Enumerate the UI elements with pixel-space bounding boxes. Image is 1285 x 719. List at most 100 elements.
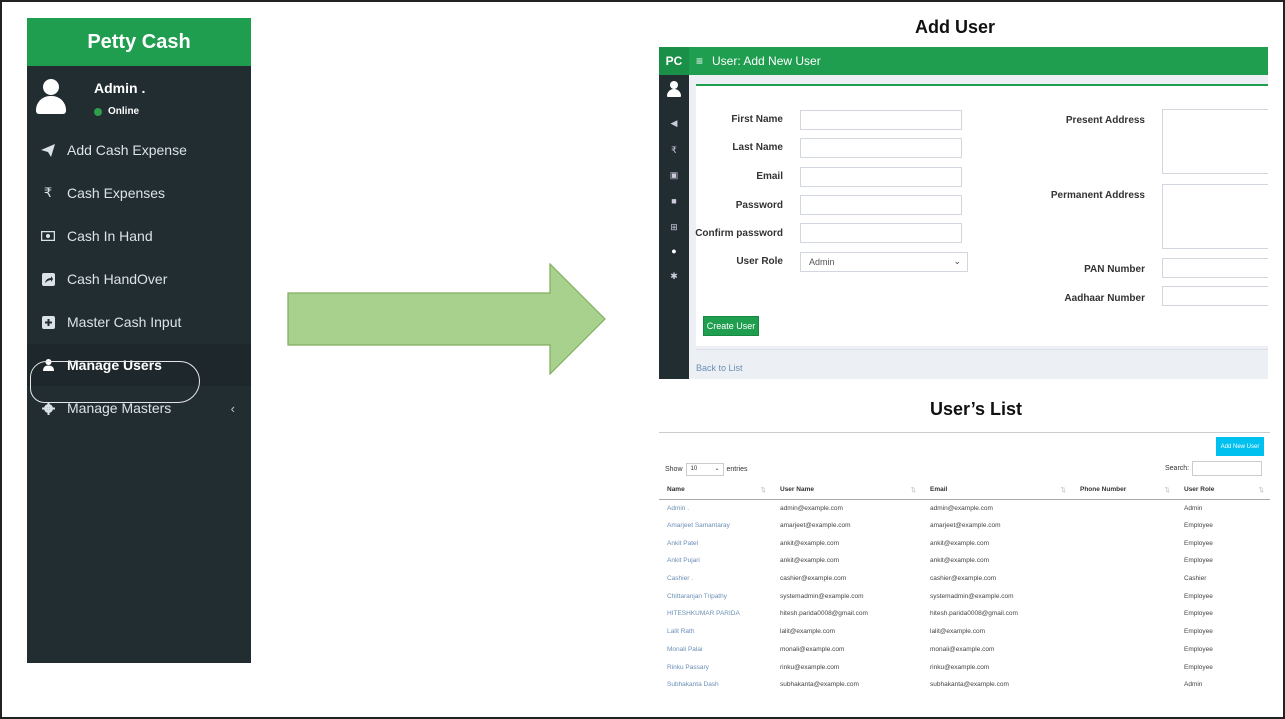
cell-email: systemadmin@example.com <box>930 592 1014 600</box>
last-name-field[interactable] <box>800 138 962 158</box>
cell-user-name: hitesh.parida0008@gmail.com <box>780 610 868 618</box>
column-header-phone-number[interactable]: Phone Number ⇅ <box>1072 481 1176 500</box>
cell-user-name: ankit@example.com <box>780 557 839 565</box>
cell-email: ankit@example.com <box>930 539 989 547</box>
user-status: Online <box>94 106 139 117</box>
permanent-address-field[interactable] <box>1162 184 1268 249</box>
last-name-label: Last Name <box>732 142 783 153</box>
cell-user-role: Employee <box>1184 539 1213 547</box>
column-header-email[interactable]: Email ⇅ <box>922 481 1072 500</box>
cell-user-name: monali@example.com <box>780 645 845 653</box>
cell-name[interactable]: Chittaranjan Tripathy <box>659 587 772 605</box>
entries-label: entries <box>726 466 748 473</box>
column-header-user-role[interactable]: User Role ⇅ <box>1176 481 1270 500</box>
back-to-list-link[interactable]: Back to List <box>696 363 743 373</box>
user-role-select[interactable]: Admin ⌄ <box>800 252 968 272</box>
first-name-field[interactable] <box>800 110 962 130</box>
sidebar-item-label: Master Cash Input <box>67 314 182 330</box>
chevron-down-icon: ⌄ <box>953 256 961 266</box>
email-field[interactable] <box>800 167 962 187</box>
cell-user-role: Employee <box>1184 610 1213 618</box>
sidebar-item-cash-expenses[interactable]: ₹ Cash Expenses <box>27 172 251 214</box>
cell-name[interactable]: Subhakanta Dash <box>659 676 772 694</box>
user-panel: Admin . Online <box>27 66 251 138</box>
money-icon[interactable]: ▣ <box>659 170 689 181</box>
plus-square-icon[interactable]: ⊞ <box>659 222 689 233</box>
page-length-select[interactable]: 10 ⌄ <box>685 463 724 476</box>
page-length-value: 10 <box>690 466 698 472</box>
table-row: Ankit Pujari ankit@example.com ankit@examp… <box>659 552 1270 570</box>
cell-name[interactable]: Monali Palai <box>659 641 772 659</box>
cell-user-name: rinku@example.com <box>780 663 840 671</box>
chevron-left-icon: ‹ <box>230 400 235 416</box>
sort-icon: ⇅ <box>1258 487 1264 494</box>
cell-user-name: amarjeet@example.com <box>780 522 851 530</box>
add-user-heading: Add User <box>915 17 996 37</box>
cell-email: lalit@example.com <box>930 628 986 636</box>
gear-icon[interactable]: ✱ <box>659 271 689 282</box>
pan-number-field[interactable] <box>1162 258 1268 278</box>
plus-square-icon <box>41 315 55 329</box>
user-role-label: User Role <box>736 256 783 267</box>
cell-name[interactable]: Amarjeet Samantaray <box>659 517 772 535</box>
aadhaar-number-label: Aadhaar Number <box>1064 293 1145 304</box>
right-arrow-icon <box>287 263 606 375</box>
cell-email: subhakanta@example.com <box>930 681 1009 689</box>
users-list-screen: Add New User Show 10 ⌄ entries Search: N… <box>659 430 1270 696</box>
sidebar-item-add-cash-expense[interactable]: Add Cash Expense <box>27 129 251 171</box>
search-input[interactable] <box>1192 461 1263 476</box>
cell-email: ankit@example.com <box>930 557 989 565</box>
cell-email: rinku@example.com <box>930 663 990 671</box>
divider <box>696 349 1268 350</box>
cell-phone-number <box>1072 552 1176 570</box>
cell-name[interactable]: Ankit Pujari <box>659 552 772 570</box>
app-title: Petty Cash <box>27 18 251 66</box>
confirm-password-field[interactable] <box>800 223 962 243</box>
present-address-label: Present Address <box>1065 115 1145 126</box>
present-address-field[interactable] <box>1162 109 1268 174</box>
cell-user-name: admin@example.com <box>780 504 843 512</box>
aadhaar-number-field[interactable] <box>1162 286 1268 306</box>
paper-plane-icon <box>41 143 55 157</box>
sidebar-item-cash-handover[interactable]: Cash HandOver <box>27 258 251 300</box>
sidebar: Petty Cash Admin . Online Add Cash Expen… <box>27 18 251 663</box>
top-navbar: PC ≡ User: Add New User <box>659 47 1268 75</box>
table-row: HITESHKUMAR PARIDA hitesh.parida0008@gmai… <box>659 605 1270 623</box>
cell-name[interactable]: Admin . <box>659 499 772 517</box>
cell-user-role: Employee <box>1184 663 1213 671</box>
cell-phone-number <box>1072 641 1176 659</box>
user-icon[interactable]: ● <box>659 246 689 256</box>
cell-user-name: systemadmin@example.com <box>780 592 864 600</box>
table-header-row: Name ⇅ User Name ⇅ Email ⇅ Phone Number ⇅ Us… <box>659 481 1270 500</box>
password-field[interactable] <box>800 195 962 215</box>
cell-user-role: Employee <box>1184 628 1213 636</box>
cell-name[interactable]: Ankit Patel <box>659 534 772 552</box>
add-new-user-button[interactable]: Add New User <box>1216 437 1264 456</box>
cell-name[interactable]: Cashier . <box>659 570 772 588</box>
page-title: User: Add New User <box>712 54 821 68</box>
paper-plane-icon[interactable]: ◀ <box>659 118 689 129</box>
permanent-address-label: Permanent Address <box>1050 190 1145 201</box>
create-user-button[interactable]: Create User <box>703 316 759 336</box>
sort-icon: ⇅ <box>760 487 766 494</box>
share-square-icon[interactable]: ■ <box>659 196 689 206</box>
cell-name[interactable]: HITESHKUMAR PARIDA <box>659 605 772 623</box>
cell-user-role: Employee <box>1184 592 1213 600</box>
sidebar-item-master-cash-input[interactable]: Master Cash Input <box>27 301 251 343</box>
rupee-icon[interactable]: ₹ <box>659 145 689 156</box>
cell-phone-number <box>1072 499 1176 517</box>
sidebar-item-cash-in-hand[interactable]: Cash In Hand <box>27 215 251 257</box>
users-list-heading: User’s List <box>930 399 1023 419</box>
sort-icon: ⇅ <box>1164 487 1170 494</box>
cell-name[interactable]: Rinku Passary <box>659 658 772 676</box>
page-length-control: Show 10 ⌄ entries <box>665 463 748 476</box>
cell-name[interactable]: Lalit Rath <box>659 623 772 641</box>
search-label: Search: <box>1165 465 1190 472</box>
column-header-name[interactable]: Name ⇅ <box>659 481 772 500</box>
column-header-user-name[interactable]: User Name ⇅ <box>772 481 922 500</box>
user-name: Admin . <box>94 80 146 96</box>
menu-toggle-icon[interactable]: ≡ <box>696 54 703 68</box>
cell-phone-number <box>1072 658 1176 676</box>
add-user-screen: PC ≡ User: Add New User ◀ ₹ ▣ ■ ⊞ ● ✱ Fi… <box>659 47 1268 379</box>
cell-phone-number <box>1072 570 1176 588</box>
